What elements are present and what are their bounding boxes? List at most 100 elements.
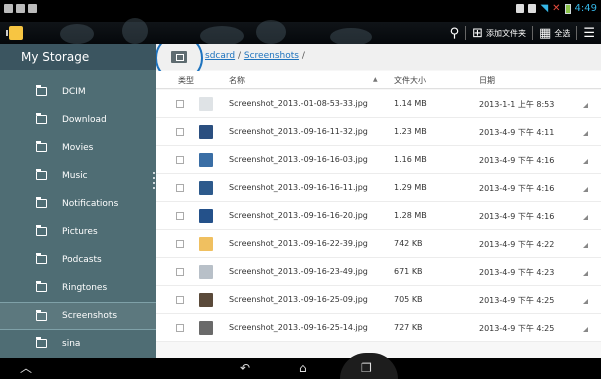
file-row[interactable]: Screenshot_2013.-09-16-23-49.jpg 671 KB 20… bbox=[156, 258, 601, 286]
folder-icon bbox=[36, 310, 47, 321]
sidebar-item-label: Podcasts bbox=[62, 255, 102, 265]
sidebar-item-label: Music bbox=[62, 171, 88, 181]
status-bar: ◥ ✕ 4:49 bbox=[0, 0, 601, 22]
file-row[interactable]: Screenshot_2013.-09-16-16-11.jpg 1.29 MB 2… bbox=[156, 174, 601, 202]
file-date: 2013-1-1 上午 8:53 bbox=[479, 100, 555, 109]
file-row[interactable]: Screenshot_2013.-09-16-11-32.jpg 1.23 MB 2… bbox=[156, 118, 601, 146]
sidebar-item-label: Movies bbox=[62, 143, 94, 153]
item-menu-icon[interactable] bbox=[583, 187, 588, 192]
system-icons: ◥ ✕ 4:49 bbox=[516, 3, 597, 14]
folder-icon bbox=[36, 197, 47, 208]
item-menu-icon[interactable] bbox=[583, 103, 588, 108]
image-thumbnail-icon bbox=[199, 321, 213, 335]
add-folder-button[interactable]: ⊞ 添加文件夹 bbox=[466, 22, 532, 44]
column-type[interactable]: 类型 bbox=[178, 75, 194, 86]
sidebar-title: My Storage bbox=[0, 44, 156, 70]
file-row[interactable]: Screenshot_2013.-09-16-25-14.jpg 727 KB 20… bbox=[156, 314, 601, 342]
breadcrumb-screenshots[interactable]: Screenshots bbox=[244, 51, 299, 61]
wifi-icon: ◥ bbox=[540, 3, 549, 14]
file-row[interactable]: Screenshot_2013.-09-16-22-39.jpg 742 KB 20… bbox=[156, 230, 601, 258]
file-name: Screenshot_2013.-09-16-16-03.jpg bbox=[229, 155, 368, 164]
search-button[interactable]: ⚲ bbox=[444, 22, 466, 44]
overflow-menu-button[interactable]: ☰ bbox=[577, 22, 601, 44]
breadcrumb-sdcard[interactable]: sdcard bbox=[205, 51, 235, 61]
back-icon[interactable]: ↶ bbox=[240, 361, 250, 375]
action-bar-actions: ⚲ ⊞ 添加文件夹 ▦ 全选 ☰ bbox=[444, 22, 601, 44]
column-size[interactable]: 文件大小 bbox=[394, 75, 426, 86]
file-row[interactable]: Screenshot_2013.-09-16-16-03.jpg 1.16 MB 2… bbox=[156, 146, 601, 174]
clock: 4:49 bbox=[574, 3, 597, 14]
sidebar-item-sina[interactable]: sina bbox=[0, 330, 156, 358]
item-menu-icon[interactable] bbox=[583, 327, 588, 332]
sidebar-item-dcim[interactable]: DCIM bbox=[0, 78, 156, 106]
file-size: 1.16 MB bbox=[394, 155, 427, 164]
file-size: 727 KB bbox=[394, 323, 423, 332]
warning-icon: ✕ bbox=[552, 3, 561, 14]
file-manager-app-icon[interactable] bbox=[6, 26, 23, 40]
sidebar-item-podcasts[interactable]: Podcasts bbox=[0, 246, 156, 274]
image-thumbnail-icon bbox=[199, 265, 213, 279]
select-all-button[interactable]: ▦ 全选 bbox=[533, 22, 576, 44]
select-checkbox[interactable] bbox=[176, 268, 184, 276]
file-name: Screenshot_2013.-09-16-25-09.jpg bbox=[229, 295, 368, 304]
column-date[interactable]: 日期 bbox=[479, 75, 495, 86]
select-checkbox[interactable] bbox=[176, 156, 184, 164]
select-checkbox[interactable] bbox=[176, 100, 184, 108]
file-name: Screenshot_2013.-09-16-16-20.jpg bbox=[229, 211, 368, 220]
item-menu-icon[interactable] bbox=[583, 271, 588, 276]
image-thumbnail-icon bbox=[199, 209, 213, 223]
sidebar-item-pictures[interactable]: Pictures bbox=[0, 218, 156, 246]
file-date: 2013-4-9 下午 4:22 bbox=[479, 240, 555, 249]
item-menu-icon[interactable] bbox=[583, 131, 588, 136]
sidebar-item-screenshots[interactable]: Screenshots bbox=[0, 302, 156, 330]
select-checkbox[interactable] bbox=[176, 296, 184, 304]
item-menu-icon[interactable] bbox=[583, 215, 588, 220]
sync-icon bbox=[528, 4, 537, 13]
sidebar-item-movies[interactable]: Movies bbox=[0, 134, 156, 162]
file-date: 2013-4-9 下午 4:23 bbox=[479, 268, 555, 277]
sidebar-item-download[interactable]: Download bbox=[0, 106, 156, 134]
select-all-icon: ▦ bbox=[539, 25, 552, 41]
notification-icons bbox=[4, 4, 37, 13]
file-browser: sdcard / Screenshots / 类型 名称 ▲ 文件大小 日期 S… bbox=[156, 44, 601, 358]
image-thumbnail-icon bbox=[199, 125, 213, 139]
select-checkbox[interactable] bbox=[176, 128, 184, 136]
select-checkbox[interactable] bbox=[176, 324, 184, 332]
file-row[interactable]: Screenshot_2013.-09-16-25-09.jpg 705 KB 20… bbox=[156, 286, 601, 314]
file-size: 671 KB bbox=[394, 267, 423, 276]
add-folder-label: 添加文件夹 bbox=[486, 28, 527, 38]
file-date: 2013-4-9 下午 4:25 bbox=[479, 324, 555, 333]
file-size: 1.14 MB bbox=[394, 99, 427, 108]
hide-nav-icon[interactable]: ︿ bbox=[20, 361, 32, 375]
file-row[interactable]: Screenshot_2013.-01-08-53-33.jpg 1.14 MB 2… bbox=[156, 90, 601, 118]
sidebar-item-label: Ringtones bbox=[62, 283, 108, 293]
sidebar-item-label: Screenshots bbox=[62, 311, 118, 321]
select-checkbox[interactable] bbox=[176, 240, 184, 248]
search-icon: ⚲ bbox=[449, 25, 460, 41]
folder-icon bbox=[36, 85, 47, 96]
file-date: 2013-4-9 下午 4:16 bbox=[479, 156, 555, 165]
storage-sidebar: My Storage DCIM Download Movies Music Notifi… bbox=[0, 44, 156, 358]
recent-apps-icon[interactable]: ❐ bbox=[361, 361, 372, 375]
item-menu-icon[interactable] bbox=[583, 299, 588, 304]
item-menu-icon[interactable] bbox=[583, 159, 588, 164]
sidebar-item-label: sina bbox=[62, 339, 81, 349]
breadcrumb-separator: / bbox=[298, 51, 305, 61]
file-row[interactable]: Screenshot_2013.-09-16-16-20.jpg 1.28 MB 2… bbox=[156, 202, 601, 230]
home-icon[interactable]: ⌂ bbox=[299, 361, 307, 375]
select-checkbox[interactable] bbox=[176, 184, 184, 192]
column-name[interactable]: 名称 bbox=[229, 75, 245, 86]
file-date: 2013-4-9 下午 4:11 bbox=[479, 128, 555, 137]
sidebar-item-ringtones[interactable]: Ringtones bbox=[0, 274, 156, 302]
sidebar-item-notifications[interactable]: Notifications bbox=[0, 190, 156, 218]
file-size: 705 KB bbox=[394, 295, 423, 304]
select-checkbox[interactable] bbox=[176, 212, 184, 220]
file-size: 1.23 MB bbox=[394, 127, 427, 136]
file-date: 2013-4-9 下午 4:16 bbox=[479, 212, 555, 221]
item-menu-icon[interactable] bbox=[583, 243, 588, 248]
usb-notification-icon bbox=[28, 4, 37, 13]
file-name: Screenshot_2013.-09-16-11-32.jpg bbox=[229, 127, 368, 136]
sidebar-item-music[interactable]: Music bbox=[0, 162, 156, 190]
select-all-label: 全选 bbox=[554, 28, 571, 38]
file-size: 1.29 MB bbox=[394, 183, 427, 192]
